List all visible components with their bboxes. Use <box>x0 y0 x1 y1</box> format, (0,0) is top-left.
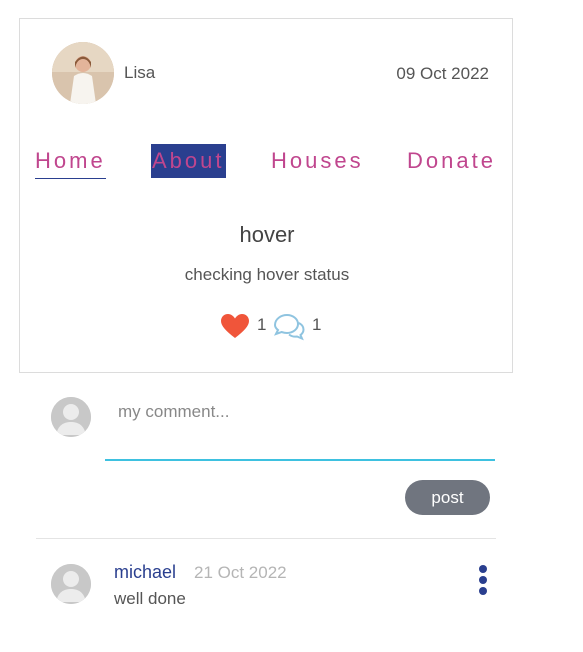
nav-about[interactable]: About <box>151 144 226 178</box>
default-user-avatar-icon <box>51 397 91 437</box>
comment-input[interactable] <box>105 395 495 461</box>
author-avatar[interactable] <box>52 42 114 104</box>
like-count: 1 <box>257 315 267 334</box>
commenter-avatar <box>51 564 91 604</box>
post-comment-button[interactable]: post <box>405 480 490 515</box>
post-title: hover <box>239 222 295 247</box>
default-user-avatar-icon <box>51 564 91 604</box>
vertical-ellipsis-icon[interactable] <box>475 563 491 597</box>
comment-author[interactable]: michael <box>114 562 176 583</box>
heart-icon[interactable] <box>220 313 250 339</box>
comment-text: well done <box>114 589 186 608</box>
nav-donate[interactable]: Donate <box>407 144 496 178</box>
post-card: Lisa 09 Oct 2022 Home About Houses Donat… <box>19 18 513 373</box>
post-body: checking hover status <box>184 265 350 284</box>
comment-count: 1 <box>312 315 322 334</box>
speech-bubbles-icon[interactable] <box>271 312 307 342</box>
author-photo-icon <box>52 42 114 104</box>
comment-date: 21 Oct 2022 <box>194 563 287 582</box>
nav-houses[interactable]: Houses <box>271 144 364 178</box>
current-user-avatar <box>51 397 91 437</box>
post-date: 09 Oct 2022 <box>396 64 489 83</box>
divider <box>36 538 496 539</box>
nav-home[interactable]: Home <box>35 144 106 179</box>
main-nav: Home About Houses Donate <box>20 144 514 184</box>
post-author-name[interactable]: Lisa <box>124 63 155 83</box>
